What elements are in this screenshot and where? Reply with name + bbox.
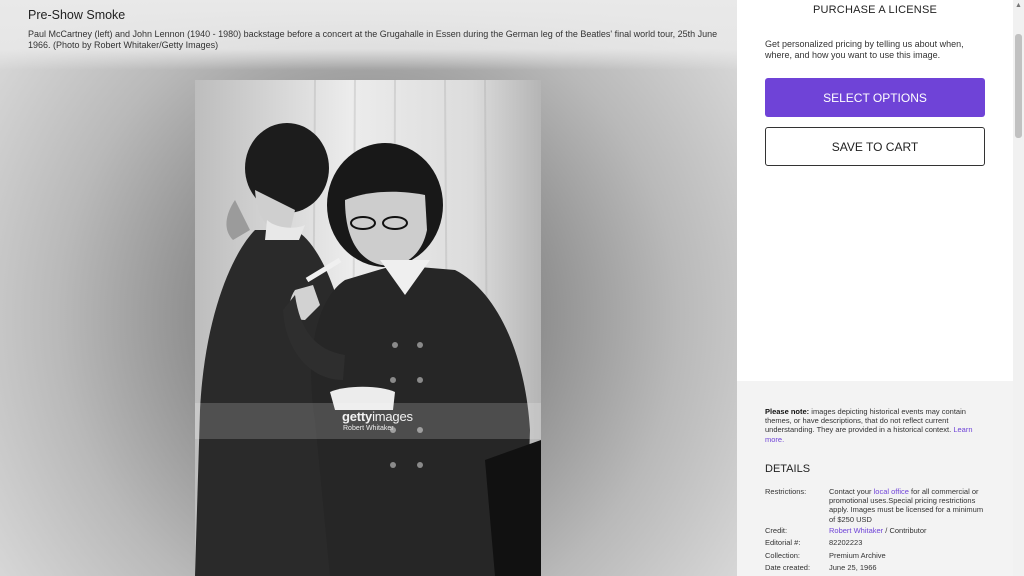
historical-note: Please note: images depicting historical… [765, 407, 990, 444]
pricing-description: Get personalized pricing by telling us a… [765, 39, 964, 60]
restrictions-value: Contact your local office for all commer… [829, 487, 984, 524]
image-caption: Paul McCartney (left) and John Lennon (1… [28, 29, 718, 50]
scrollbar-thumb[interactable] [1015, 34, 1022, 138]
purchase-license-heading: PURCHASE A LICENSE [812, 4, 938, 16]
watermark-credit: Robert Whitaker [343, 425, 394, 432]
credit-link[interactable]: Robert Whitaker [829, 526, 883, 535]
scroll-up-arrow-icon[interactable]: ▲ [1013, 0, 1024, 12]
note-label: Please note: [765, 407, 810, 416]
credit-value: Robert Whitaker / Contributor [829, 526, 927, 535]
image-title: Pre-Show Smoke [28, 8, 126, 22]
save-to-cart-button[interactable]: SAVE TO CART [765, 127, 985, 166]
editorial-label: Editorial #: [765, 538, 801, 547]
restrictions-label: Restrictions: [765, 487, 807, 496]
select-options-button[interactable]: SELECT OPTIONS [765, 78, 985, 117]
date-created-value: June 25, 1966 [829, 563, 877, 572]
image-viewer: gettyimages Robert Whitaker Pre-Show Smo… [0, 0, 737, 576]
details-heading: DETAILS [765, 463, 811, 475]
getty-watermark-logo: gettyimages [342, 409, 413, 424]
editorial-value: 82202223 [829, 538, 863, 547]
restrictions-row: Restrictions: Contact your local office … [765, 487, 995, 527]
date-created-label: Date created: [765, 563, 811, 572]
collection-label: Collection: [765, 551, 801, 560]
local-office-link[interactable]: local office [874, 487, 909, 496]
credit-label: Credit: [765, 526, 788, 535]
collection-value: Premium Archive [829, 551, 886, 560]
